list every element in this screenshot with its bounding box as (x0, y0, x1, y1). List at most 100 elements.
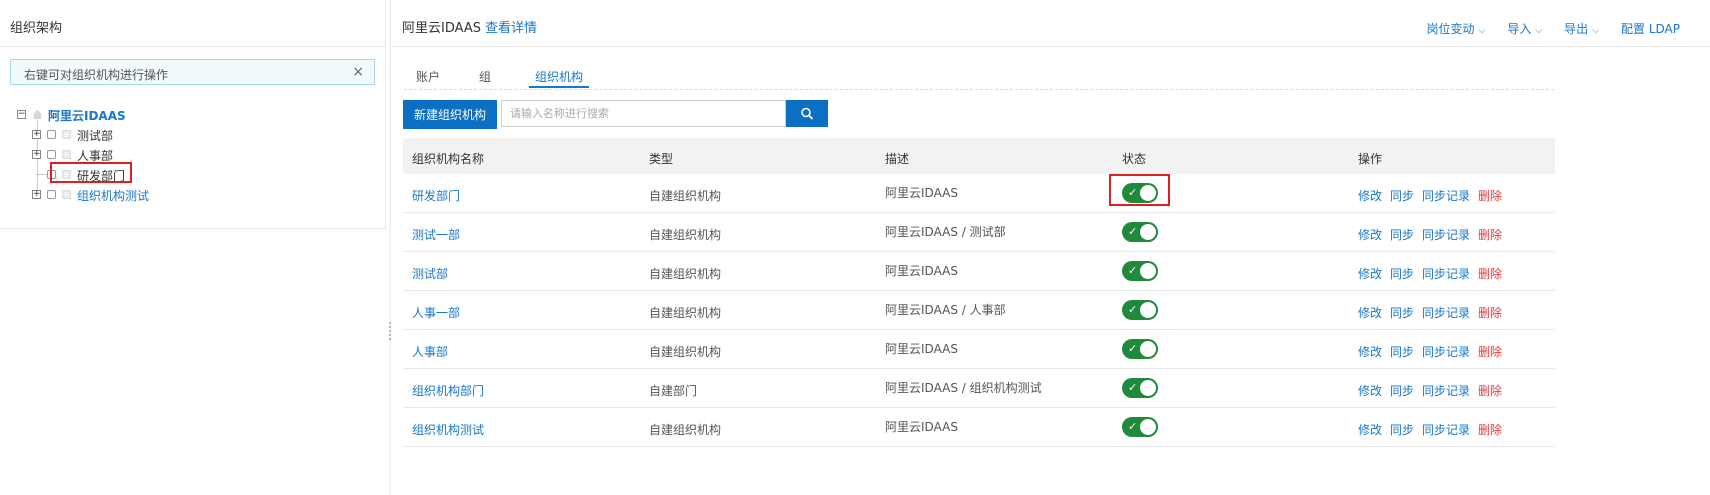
status-toggle[interactable]: ✓ (1122, 378, 1158, 398)
home-icon (32, 109, 43, 120)
org-type: 自建组织机构 (649, 189, 722, 203)
collapse-icon[interactable]: − (17, 110, 26, 119)
edit-link[interactable]: 修改 (1358, 306, 1382, 320)
table-header: 组织机构名称 类型 描述 状态 操作 (403, 138, 1555, 174)
sync-link[interactable]: 同步 (1390, 306, 1414, 320)
delete-link[interactable]: 删除 (1478, 267, 1502, 281)
import-dropdown[interactable]: 导入 ⌵ (1507, 20, 1542, 37)
tree-checkbox[interactable] (47, 150, 56, 159)
table-row: 测试部 自建组织机构 阿里云IDAAS ✓ 修改 同步 同步记录 删除 (403, 252, 1555, 291)
panel-splitter[interactable] (389, 0, 391, 495)
configure-ldap-link[interactable]: 配置 LDAP (1621, 20, 1680, 37)
divider (392, 46, 1710, 47)
active-tab-indicator (529, 86, 589, 88)
sync-log-link[interactable]: 同步记录 (1422, 306, 1470, 320)
org-name-link[interactable]: 组织机构测试 (412, 421, 484, 438)
org-name-link[interactable]: 人事部 (412, 343, 448, 360)
splitter-grip-icon[interactable] (389, 322, 391, 340)
delete-link[interactable]: 删除 (1478, 384, 1502, 398)
tab-bar: 账户 组 组织机构 (404, 60, 1554, 90)
org-description: 阿里云IDAAS (885, 186, 958, 200)
toggle-knob (1140, 380, 1156, 396)
search-input[interactable] (501, 100, 786, 127)
org-description: 阿里云IDAAS (885, 420, 958, 434)
hint-text: 右键可对组织机构进行操作 (24, 68, 169, 82)
status-toggle[interactable]: ✓ (1122, 339, 1158, 359)
expand-icon[interactable]: + (32, 130, 41, 139)
table-row: 人事部 自建组织机构 阿里云IDAAS ✓ 修改 同步 同步记录 删除 (403, 330, 1555, 369)
document-icon (61, 129, 72, 140)
org-name-link[interactable]: 研发部门 (412, 187, 460, 204)
document-icon (61, 189, 72, 200)
org-description: 阿里云IDAAS / 组织机构测试 (885, 381, 1042, 395)
org-type: 自建组织机构 (649, 228, 722, 242)
tab-accounts[interactable]: 账户 (416, 68, 440, 85)
position-change-dropdown[interactable]: 岗位变动 ⌵ (1426, 20, 1485, 37)
edit-link[interactable]: 修改 (1358, 267, 1382, 281)
highlight-box (50, 162, 132, 183)
action-label: 导出 (1564, 22, 1589, 36)
sync-log-link[interactable]: 同步记录 (1422, 189, 1470, 203)
tree-node-label[interactable]: 测试部 (77, 127, 113, 144)
toggle-knob (1140, 263, 1156, 279)
table-row: 测试一部 自建组织机构 阿里云IDAAS / 测试部 ✓ 修改 同步 同步记录 删除 (403, 213, 1555, 252)
action-label: 岗位变动 (1426, 22, 1475, 36)
app-header: 阿里云IDAAS 查看详情 (402, 17, 537, 36)
column-header-actions: 操作 (1358, 152, 1383, 166)
status-toggle[interactable]: ✓ (1122, 417, 1158, 437)
tree-node-label[interactable]: 组织机构测试 (77, 187, 149, 204)
status-toggle[interactable]: ✓ (1122, 300, 1158, 320)
sync-log-link[interactable]: 同步记录 (1422, 384, 1470, 398)
delete-link[interactable]: 删除 (1478, 228, 1502, 242)
row-actions: 修改 同步 同步记录 删除 (1358, 226, 1510, 243)
row-actions: 修改 同步 同步记录 删除 (1358, 382, 1510, 399)
delete-link[interactable]: 删除 (1478, 189, 1502, 203)
new-organization-button[interactable]: 新建组织机构 (403, 100, 497, 129)
row-actions: 修改 同步 同步记录 删除 (1358, 304, 1510, 321)
check-icon: ✓ (1128, 264, 1138, 277)
tab-organizations[interactable]: 组织机构 (535, 68, 583, 85)
view-details-link[interactable]: 查看详情 (485, 21, 537, 36)
edit-link[interactable]: 修改 (1358, 423, 1382, 437)
org-name-link[interactable]: 测试一部 (412, 226, 460, 243)
org-type: 自建部门 (649, 384, 698, 398)
edit-link[interactable]: 修改 (1358, 189, 1382, 203)
org-structure-panel: 组织架构 右键可对组织机构进行操作 × − 阿里云IDAAS + 测试部 + 人… (0, 0, 386, 229)
delete-link[interactable]: 删除 (1478, 306, 1502, 320)
check-icon: ✓ (1128, 303, 1138, 316)
expand-icon[interactable]: + (32, 190, 41, 199)
delete-link[interactable]: 删除 (1478, 345, 1502, 359)
delete-link[interactable]: 删除 (1478, 423, 1502, 437)
edit-link[interactable]: 修改 (1358, 384, 1382, 398)
tree-checkbox[interactable] (47, 130, 56, 139)
edit-link[interactable]: 修改 (1358, 345, 1382, 359)
sync-link[interactable]: 同步 (1390, 267, 1414, 281)
sync-link[interactable]: 同步 (1390, 384, 1414, 398)
edit-link[interactable]: 修改 (1358, 228, 1382, 242)
org-name-link[interactable]: 人事一部 (412, 304, 460, 321)
org-name-link[interactable]: 组织机构部门 (412, 382, 484, 399)
tree-checkbox[interactable] (47, 190, 56, 199)
close-icon[interactable]: × (352, 64, 364, 80)
status-toggle[interactable]: ✓ (1122, 222, 1158, 242)
org-description: 阿里云IDAAS (885, 264, 958, 278)
sync-link[interactable]: 同步 (1390, 345, 1414, 359)
status-toggle[interactable]: ✓ (1122, 261, 1158, 281)
toggle-knob (1140, 302, 1156, 318)
sync-link[interactable]: 同步 (1390, 423, 1414, 437)
org-name-link[interactable]: 测试部 (412, 265, 448, 282)
expand-icon[interactable]: + (32, 150, 41, 159)
sync-log-link[interactable]: 同步记录 (1422, 345, 1470, 359)
tree-node-root-label[interactable]: 阿里云IDAAS (48, 107, 126, 124)
toggle-knob (1140, 341, 1156, 357)
search-button[interactable] (786, 100, 828, 127)
sync-link[interactable]: 同步 (1390, 228, 1414, 242)
tab-groups[interactable]: 组 (479, 68, 491, 85)
sync-log-link[interactable]: 同步记录 (1422, 267, 1470, 281)
sync-log-link[interactable]: 同步记录 (1422, 423, 1470, 437)
app-title: 阿里云IDAAS (402, 21, 482, 36)
sync-link[interactable]: 同步 (1390, 189, 1414, 203)
export-dropdown[interactable]: 导出 ⌵ (1564, 20, 1599, 37)
row-actions: 修改 同步 同步记录 删除 (1358, 421, 1510, 438)
sync-log-link[interactable]: 同步记录 (1422, 228, 1470, 242)
